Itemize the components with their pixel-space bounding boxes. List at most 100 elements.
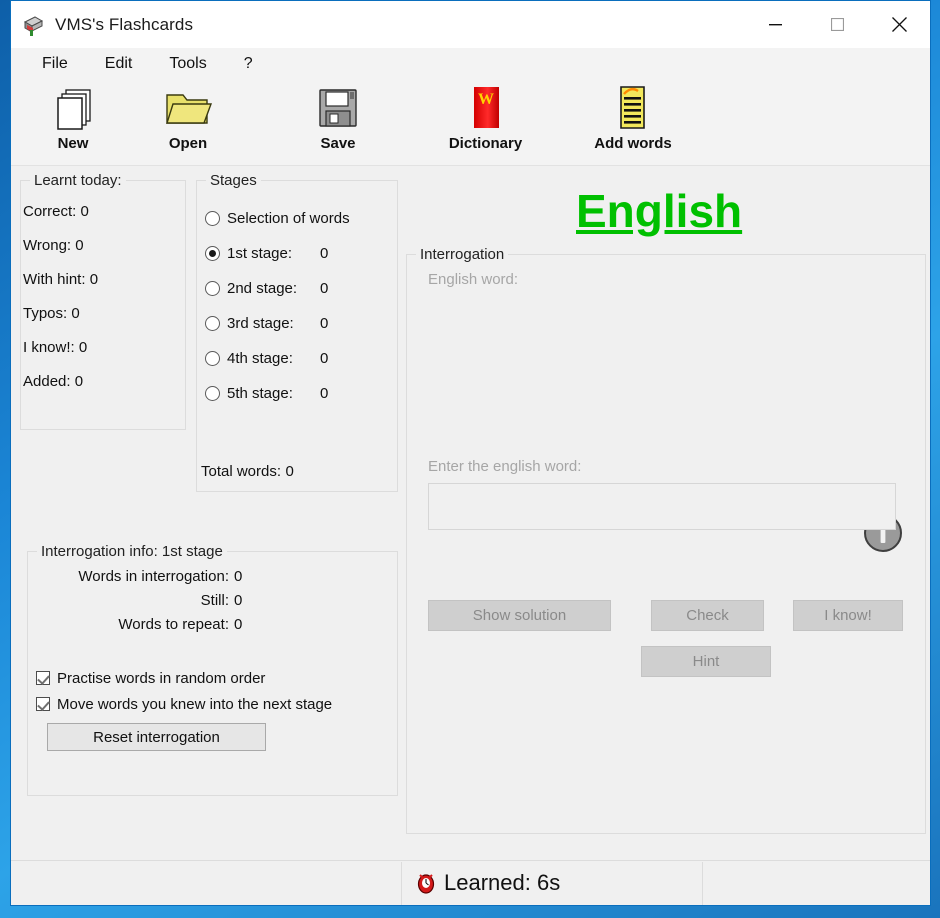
window-controls (744, 1, 930, 48)
info-value-still: 0 (234, 592, 243, 609)
stage-value-4th: 0 (320, 350, 329, 367)
learnt-value-with-hint: 0 (89, 271, 99, 288)
maximize-button[interactable] (806, 1, 868, 48)
learnt-row-correct: Correct: 0 (23, 203, 98, 237)
checkbox-move-words-next-stage[interactable]: Move words you knew into the next stage (36, 691, 332, 717)
hint-button[interactable]: Hint (641, 646, 771, 677)
menu-item-edit[interactable]: Edit (102, 53, 136, 75)
toolbar-label-dictionary: Dictionary (448, 135, 523, 152)
learnt-row-with-hint: With hint: 0 (23, 271, 98, 305)
interrogation-group-title: Interrogation (416, 246, 509, 263)
application-window: VMS's Flashcards File Edit Tools ? New O… (10, 0, 931, 906)
add-words-note-icon (611, 83, 655, 133)
stage-option-1st[interactable]: 1st stage: 0 (205, 236, 391, 271)
toolbar-button-dictionary[interactable]: W Dictionary (413, 79, 558, 159)
learnt-label-wrong: Wrong: (23, 237, 76, 254)
checkbox-label-move-words-next-stage: Move words you knew into the next stage (57, 695, 333, 713)
checkbox-label-practise-random-order: Practise words in random order (57, 669, 266, 687)
english-word-display (428, 297, 888, 447)
info-row-words-in-interrogation: Words in interrogation: 0 (34, 568, 264, 592)
alarm-clock-icon (416, 872, 436, 894)
menu-item-tools[interactable]: Tools (166, 53, 209, 75)
menu-item-help[interactable]: ? (241, 53, 256, 75)
client-area: Learnt today: Correct: 0 Wrong: 0 With h… (11, 166, 930, 860)
dictionary-book-icon: W (464, 83, 508, 133)
radio-icon-3rd-stage[interactable] (205, 316, 220, 331)
stage-value-1st: 0 (320, 245, 329, 262)
open-folder-icon (163, 83, 213, 133)
menu-item-file[interactable]: File (39, 53, 71, 75)
close-button[interactable] (868, 1, 930, 48)
floppy-disk-icon (315, 83, 361, 133)
toolbar-label-new: New (57, 135, 89, 152)
stage-value-2nd: 0 (320, 280, 329, 297)
info-row-words-to-repeat: Words to repeat: 0 (34, 616, 264, 640)
info-value-words-in-interrogation: 0 (234, 568, 243, 585)
stage-option-4th[interactable]: 4th stage: 0 (205, 341, 391, 376)
new-document-icon (50, 83, 96, 133)
info-label-words-in-interrogation: Words in interrogation: (78, 568, 229, 585)
stage-option-5th[interactable]: 5th stage: 0 (205, 376, 391, 411)
check-button[interactable]: Check (651, 600, 764, 631)
stages-title: Stages (206, 172, 261, 189)
learnt-value-added: 0 (74, 373, 84, 390)
menu-bar: File Edit Tools ? (11, 48, 930, 79)
stage-value-3rd: 0 (320, 315, 329, 332)
checkbox-icon-move-words-next-stage[interactable] (36, 697, 50, 711)
learnt-row-i-know: I know!: 0 (23, 339, 98, 373)
learnt-label-typos: Typos: (23, 305, 72, 322)
reset-interrogation-button[interactable]: Reset interrogation (47, 723, 266, 751)
stage-label-4th: 4th stage: (227, 350, 293, 367)
stage-label-1st: 1st stage: (227, 245, 293, 262)
stage-option-2nd[interactable]: 2nd stage: 0 (205, 271, 391, 306)
toolbar-label-add-words: Add words (594, 135, 672, 152)
stage-label-2nd: 2nd stage: (227, 280, 298, 297)
info-label-words-to-repeat: Words to repeat: (118, 616, 229, 633)
word-answer-input[interactable] (428, 483, 896, 530)
learnt-today-title: Learnt today: (30, 172, 126, 189)
toolbar-button-save[interactable]: Save (263, 79, 413, 159)
svg-text:W: W (478, 91, 494, 108)
interrogation-group: Interrogation English word: Enter the en… (406, 246, 926, 834)
stages-group: Stages Selection of words 1st stage: 0 2… (196, 172, 398, 492)
learnt-today-group: Learnt today: Correct: 0 Wrong: 0 With h… (20, 172, 186, 430)
show-solution-button[interactable]: Show solution (428, 600, 611, 631)
status-cell-left (11, 861, 401, 906)
toolbar-button-new[interactable]: New (33, 79, 113, 159)
learnt-value-typos: 0 (71, 305, 80, 322)
learnt-value-correct: 0 (80, 203, 89, 220)
language-title: English (576, 185, 743, 237)
stage-option-3rd[interactable]: 3rd stage: 0 (205, 306, 391, 341)
status-cell-center: Learned: 6s (402, 861, 702, 906)
stage-label-selection-of-words: Selection of words (227, 210, 350, 227)
checkbox-icon-practise-random-order[interactable] (36, 671, 50, 685)
total-words-value: 0 (285, 463, 294, 480)
stage-option-selection-of-words[interactable]: Selection of words (205, 201, 391, 236)
stage-label-3rd: 3rd stage: (227, 315, 294, 332)
radio-icon-4th-stage[interactable] (205, 351, 220, 366)
title-bar: VMS's Flashcards (11, 1, 930, 48)
i-know-button[interactable]: I know! (793, 600, 903, 631)
learnt-value-wrong: 0 (75, 237, 84, 254)
stage-value-5th: 0 (320, 385, 329, 402)
interrogation-info-group: Interrogation info: 1st stage Words in i… (27, 543, 398, 796)
toolbar-label-save: Save (320, 135, 356, 152)
stage-label-5th: 5th stage: (227, 385, 293, 402)
checkbox-practise-random-order[interactable]: Practise words in random order (36, 665, 332, 691)
flashcard-app-icon (21, 13, 45, 37)
radio-icon-5th-stage[interactable] (205, 386, 220, 401)
status-center-text: Learned: 6s (444, 870, 561, 895)
radio-icon-2nd-stage[interactable] (205, 281, 220, 296)
radio-icon-selection-of-words[interactable] (205, 211, 220, 226)
info-row-still: Still: 0 (34, 592, 264, 616)
toolbar-button-open[interactable]: Open (113, 79, 263, 159)
info-label-still: Still: (200, 592, 229, 609)
total-words-label: Total words: (201, 463, 282, 480)
toolbar-button-add-words[interactable]: Add words (558, 79, 708, 159)
radio-icon-1st-stage[interactable] (205, 246, 220, 261)
toolbar-label-open: Open (168, 135, 208, 152)
learnt-row-typos: Typos: 0 (23, 305, 98, 339)
status-cell-right (703, 861, 930, 906)
learnt-row-added: Added: 0 (23, 373, 98, 407)
minimize-button[interactable] (744, 1, 806, 48)
